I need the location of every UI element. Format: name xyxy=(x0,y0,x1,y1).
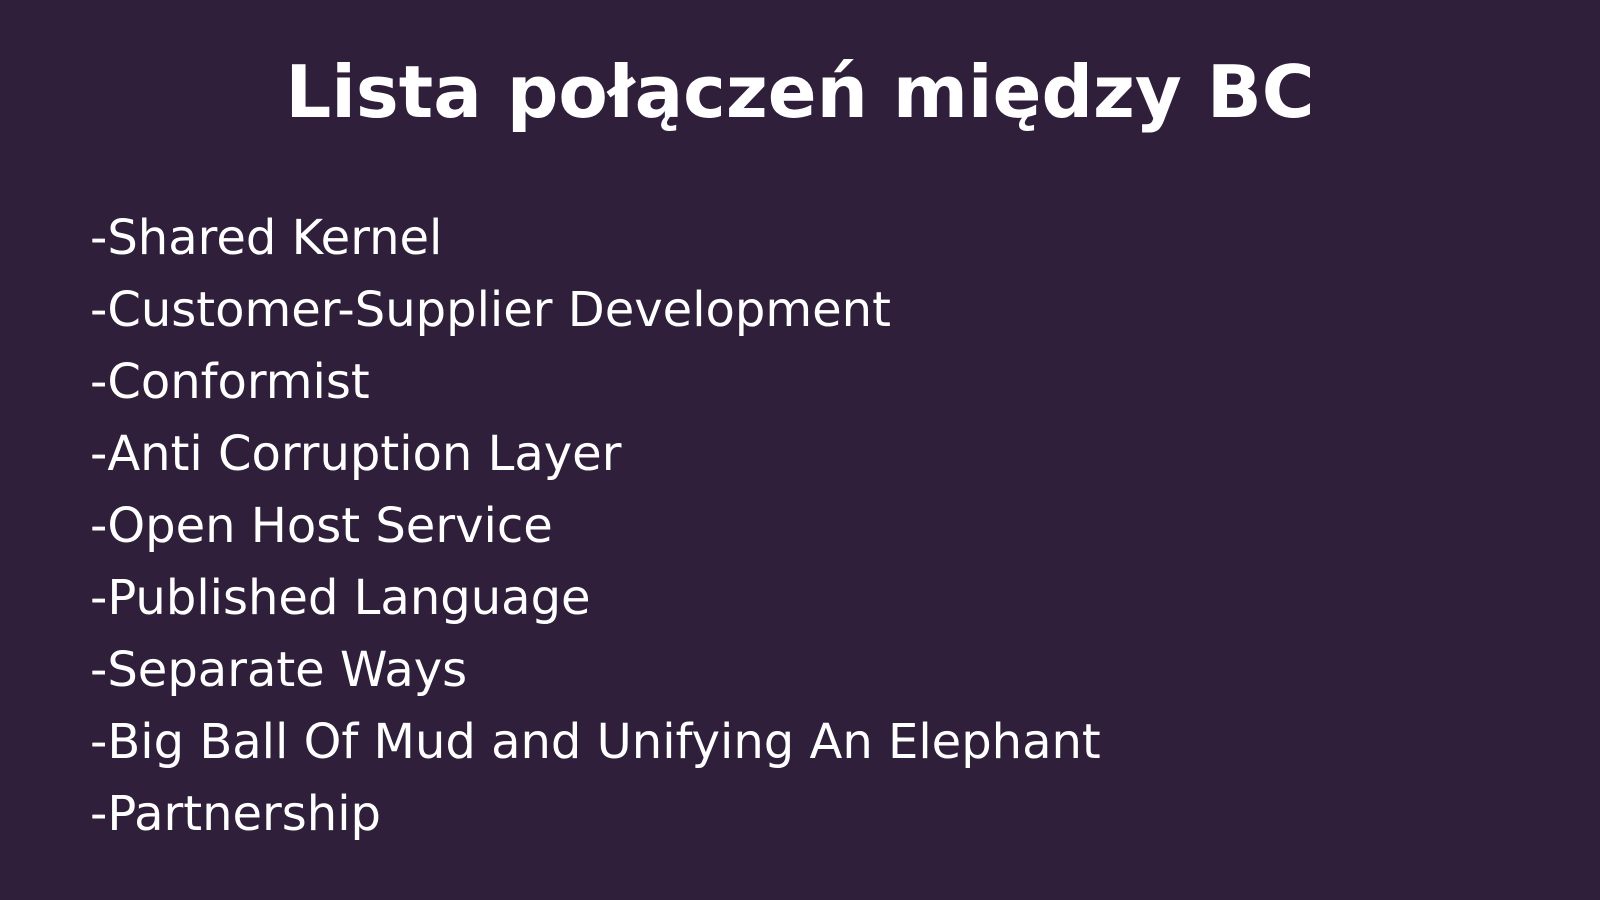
bullet-dash: - xyxy=(90,642,108,698)
slide: Lista połączeń między BC - Shared Kernel… xyxy=(0,0,1600,900)
bullet-dash: - xyxy=(90,714,108,770)
bullet-dash: - xyxy=(90,498,108,554)
bullet-dash: - xyxy=(90,282,108,338)
list-item-text: Partnership xyxy=(107,786,382,842)
slide-title: Lista połączeń między BC xyxy=(285,50,1315,134)
list-item: - Conformist xyxy=(90,346,1101,418)
bullet-dash: - xyxy=(90,210,108,266)
bullet-list: - Shared Kernel - Customer-Supplier Deve… xyxy=(90,202,1101,850)
list-item-text: Open Host Service xyxy=(107,498,553,554)
list-item: - Big Ball Of Mud and Unifying An Elepha… xyxy=(90,706,1101,778)
list-item: - Anti Corruption Layer xyxy=(90,418,1101,490)
bullet-dash: - xyxy=(90,354,108,410)
list-item: - Customer-Supplier Development xyxy=(90,274,1101,346)
list-item: - Shared Kernel xyxy=(90,202,1101,274)
list-item: - Partnership xyxy=(90,778,1101,850)
bullet-dash: - xyxy=(90,426,108,482)
list-item: - Open Host Service xyxy=(90,490,1101,562)
list-item-text: Shared Kernel xyxy=(107,210,443,266)
bullet-dash: - xyxy=(90,570,108,626)
list-item-text: Anti Corruption Layer xyxy=(107,426,622,482)
list-item-text: Published Language xyxy=(107,570,591,626)
list-item-text: Conformist xyxy=(107,354,370,410)
bullet-dash: - xyxy=(90,786,108,842)
list-item: - Separate Ways xyxy=(90,634,1101,706)
list-item-text: Customer-Supplier Development xyxy=(107,282,891,338)
list-item-text: Big Ball Of Mud and Unifying An Elephant xyxy=(107,714,1101,770)
list-item-text: Separate Ways xyxy=(107,642,468,698)
list-item: - Published Language xyxy=(90,562,1101,634)
